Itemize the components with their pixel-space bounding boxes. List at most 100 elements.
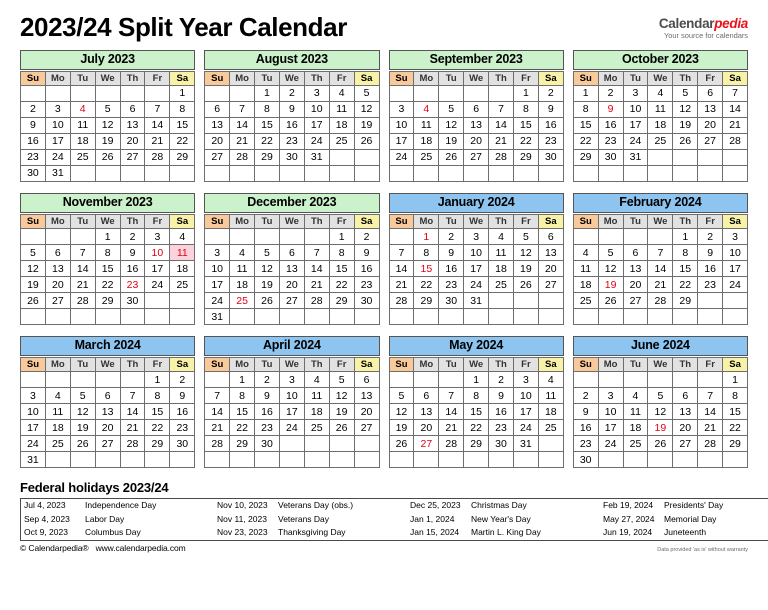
day-cell[interactable]: 22 [229,419,256,437]
day-cell[interactable]: 6 [413,387,440,405]
day-cell[interactable]: 26 [672,133,699,151]
day-cell[interactable]: 3 [388,101,415,119]
day-cell[interactable]: 24 [597,435,624,453]
day-cell[interactable]: 21 [388,276,415,294]
day-cell[interactable]: 23 [353,276,380,294]
day-cell[interactable]: 8 [169,101,196,119]
day-cell[interactable]: 13 [278,260,305,278]
day-cell[interactable]: 7 [303,244,330,262]
day-cell[interactable]: 17 [597,419,624,437]
day-cell[interactable]: 2 [597,85,624,103]
day-cell[interactable]: 2 [169,371,196,389]
day-cell[interactable]: 3 [44,101,71,119]
day-cell[interactable]: 5 [69,387,96,405]
day-cell[interactable]: 2 [119,228,146,246]
day-cell[interactable]: 14 [697,403,724,421]
day-cell[interactable]: 11 [303,387,330,405]
day-cell[interactable]: 28 [119,435,146,453]
day-cell[interactable]: 28 [229,149,256,167]
day-cell[interactable]: 25 [488,276,514,294]
day-cell[interactable]: 5 [597,244,624,262]
day-cell[interactable]: 19 [94,133,121,151]
day-cell[interactable]: 15 [512,117,539,135]
day-cell[interactable]: 30 [438,292,465,310]
day-cell[interactable]: 20 [413,419,440,437]
day-cell[interactable]: 21 [144,133,171,151]
day-cell[interactable]: 14 [647,260,674,278]
day-cell[interactable]: 5 [94,101,121,119]
day-cell[interactable]: 7 [647,244,674,262]
day-cell[interactable]: 28 [204,435,231,453]
day-cell[interactable]: 13 [697,101,724,119]
day-cell[interactable]: 20 [537,260,564,278]
day-cell[interactable]: 13 [672,403,699,421]
day-cell[interactable]: 6 [278,244,305,262]
day-cell[interactable]: 24 [278,419,305,437]
day-cell[interactable]: 12 [438,117,465,135]
day-cell[interactable]: 7 [69,244,96,262]
day-cell[interactable]: 3 [463,228,490,246]
day-cell[interactable]: 9 [488,387,514,405]
day-cell[interactable]: 4 [622,387,649,405]
day-cell[interactable]: 23 [254,419,280,437]
day-cell[interactable]: 3 [722,228,748,246]
day-cell[interactable]: 24 [204,292,231,310]
day-cell[interactable]: 27 [622,292,649,310]
day-cell[interactable]: 23 [488,419,514,437]
day-cell[interactable]: 31 [20,451,46,469]
day-cell[interactable]: 8 [722,387,748,405]
day-cell[interactable]: 7 [697,387,724,405]
day-cell[interactable]: 9 [537,101,564,119]
day-cell[interactable]: 31 [44,165,71,183]
day-cell[interactable]: 13 [463,117,490,135]
day-cell[interactable]: 26 [597,292,624,310]
day-cell[interactable]: 10 [20,403,46,421]
day-cell[interactable]: 17 [144,260,171,278]
day-cell[interactable]: 8 [94,244,121,262]
day-cell[interactable]: 24 [303,133,330,151]
day-cell[interactable]: 22 [169,133,196,151]
day-cell[interactable]: 28 [488,149,514,167]
day-cell[interactable]: 15 [672,260,699,278]
day-cell[interactable]: 19 [597,276,624,294]
day-cell[interactable]: 8 [229,387,256,405]
day-cell[interactable]: 22 [413,276,440,294]
day-cell[interactable]: 30 [488,435,514,453]
day-cell[interactable]: 16 [119,260,146,278]
day-cell[interactable]: 19 [20,276,46,294]
day-cell[interactable]: 28 [69,292,96,310]
day-cell[interactable]: 18 [229,276,256,294]
day-cell[interactable]: 29 [94,292,121,310]
day-cell[interactable]: 4 [229,244,256,262]
day-cell[interactable]: 5 [353,85,380,103]
day-cell[interactable]: 30 [254,435,280,453]
day-cell[interactable]: 27 [119,149,146,167]
day-cell[interactable]: 15 [463,403,490,421]
day-cell[interactable]: 25 [413,149,440,167]
day-cell[interactable]: 18 [69,133,96,151]
day-cell[interactable]: 9 [119,244,146,262]
day-cell[interactable]: 17 [204,276,231,294]
day-cell[interactable]: 27 [278,292,305,310]
day-cell[interactable]: 28 [144,149,171,167]
day-cell[interactable]: 8 [672,244,699,262]
day-cell[interactable]: 3 [303,85,330,103]
day-cell[interactable]: 7 [119,387,146,405]
day-cell[interactable]: 14 [119,403,146,421]
day-cell[interactable]: 29 [413,292,440,310]
day-cell[interactable]: 1 [463,371,490,389]
day-cell[interactable]: 18 [169,260,196,278]
day-cell[interactable]: 18 [328,117,355,135]
day-cell[interactable]: 17 [44,133,71,151]
day-cell[interactable]: 2 [353,228,380,246]
day-cell[interactable]: 10 [44,117,71,135]
day-cell[interactable]: 15 [229,403,256,421]
day-cell[interactable]: 18 [537,403,564,421]
day-cell[interactable]: 21 [438,419,465,437]
day-cell[interactable]: 20 [672,419,699,437]
day-cell[interactable]: 16 [353,260,380,278]
day-cell[interactable]: 31 [463,292,490,310]
day-cell[interactable]: 21 [119,419,146,437]
day-cell[interactable]: 15 [94,260,121,278]
day-cell[interactable]: 1 [722,371,748,389]
